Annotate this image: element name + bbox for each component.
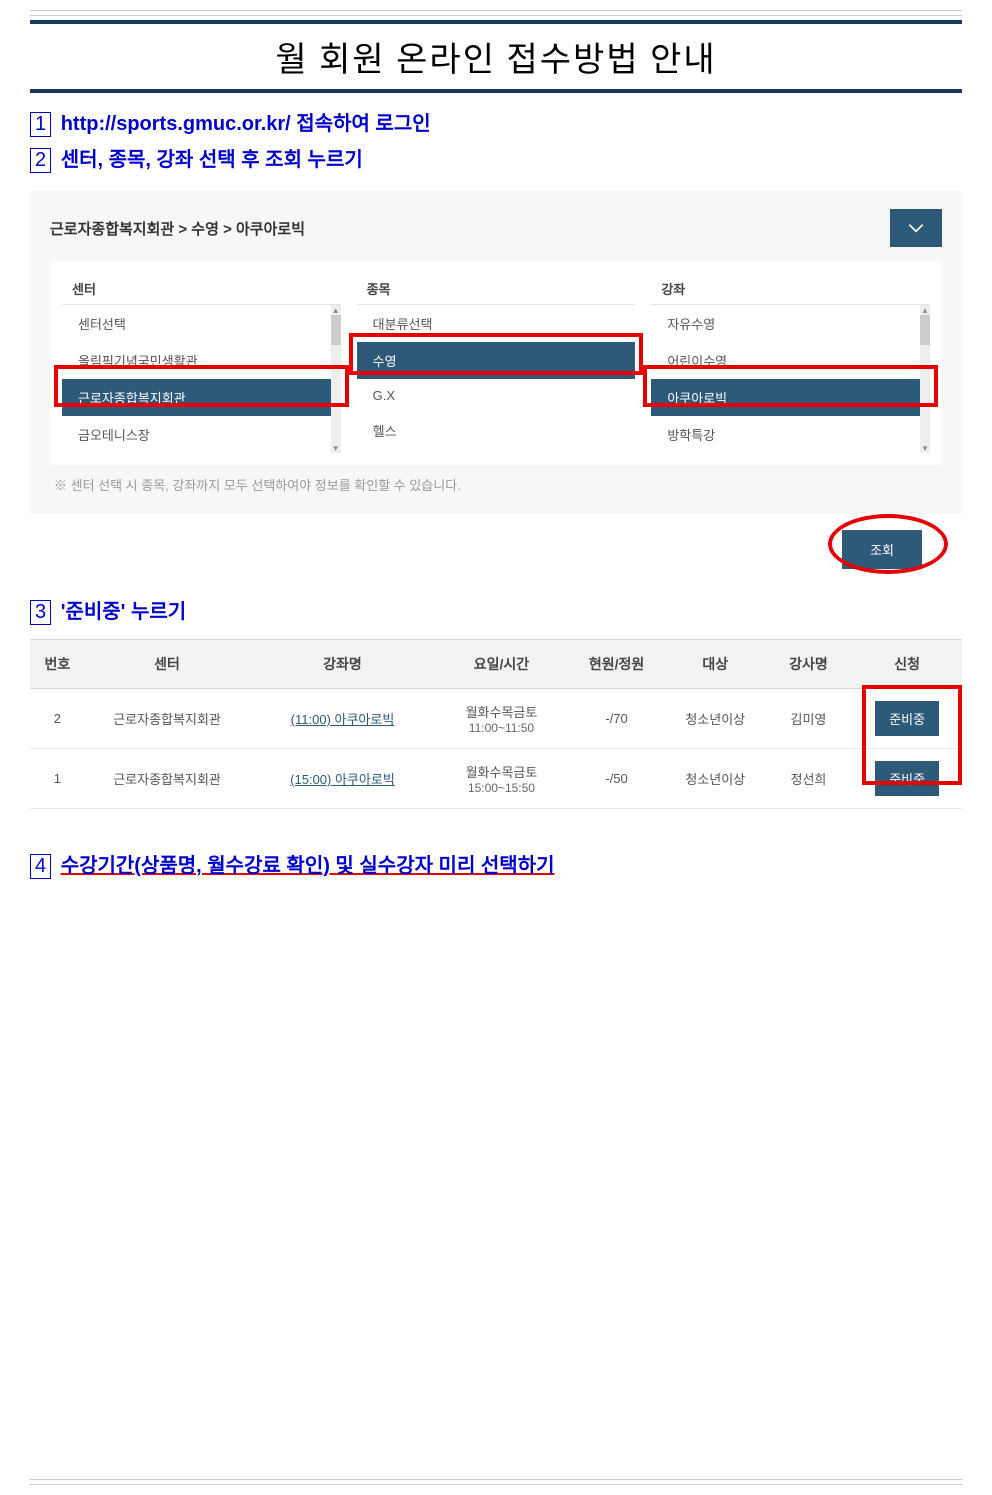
step-4: 4 수강기간(상품명, 월수강료 확인) 및 실수강자 미리 선택하기: [30, 849, 962, 879]
cell-target: 청소년이상: [666, 749, 765, 809]
center-item[interactable]: 올림픽기념국민생활관: [62, 342, 341, 379]
step-3: 3 '준비중' 누르기: [30, 595, 962, 625]
th-center: 센터: [85, 640, 249, 689]
step-2: 2 센터, 종목, 강좌 선택 후 조회 누르기: [30, 143, 962, 173]
course-item[interactable]: 방학특강: [651, 416, 930, 453]
scroll-thumb[interactable]: [920, 315, 930, 345]
step-4-num: 4: [30, 854, 51, 879]
step-4-text: 수강기간(상품명, 월수강료 확인) 및 실수강자 미리 선택하기: [61, 855, 555, 877]
step-1-num: 1: [30, 112, 51, 137]
table-row: 2 근로자종합복지회관 (11:00) 아쿠아로빅 월화수목금토 11:00~1…: [30, 689, 962, 749]
center-item[interactable]: 금오테니스장: [62, 416, 341, 453]
table-row: 1 근로자종합복지회관 (15:00) 아쿠아로빅 월화수목금토 15:00~1…: [30, 749, 962, 809]
cell-target: 청소년이상: [666, 689, 765, 749]
course-column: 강좌 자유수영 어린이수영 아쿠아로빅 방학특강 ▴ ▾: [651, 273, 930, 453]
category-item-selected[interactable]: 수영: [357, 342, 636, 379]
center-column: 센터 센터선택 올림픽기념국민생활관 근로자종합복지회관 금오테니스장 ▴ ▾: [62, 273, 341, 453]
cell-instructor: 정선희: [765, 749, 853, 809]
scroll-down-icon[interactable]: ▾: [331, 443, 341, 453]
center-item-selected[interactable]: 근로자종합복지회관: [62, 379, 341, 416]
course-item[interactable]: 자유수영: [651, 305, 930, 342]
status-button[interactable]: 준비중: [875, 761, 939, 796]
cell-instructor: 김미영: [765, 689, 853, 749]
center-item[interactable]: 센터선택: [62, 305, 341, 342]
step-2-text: 센터, 종목, 강좌 선택 후 조회 누르기: [61, 149, 363, 171]
step-1: 1 http://sports.gmuc.or.kr/ 접속하여 로그인: [30, 107, 962, 137]
chevron-down-icon: [906, 218, 926, 238]
selection-panel: 근로자종합복지회관 > 수영 > 아쿠아로빅 센터 센터선택 올림픽기념국민생활…: [30, 191, 962, 514]
cell-daytime: 월화수목금토 11:00~11:50: [436, 689, 568, 749]
breadcrumb: 근로자종합복지회관 > 수영 > 아쿠아로빅: [50, 218, 305, 239]
step-3-text: '준비중' 누르기: [61, 601, 186, 623]
cell-no: 2: [30, 689, 85, 749]
status-button[interactable]: 준비중: [875, 701, 939, 736]
cell-center: 근로자종합복지회관: [85, 689, 249, 749]
category-header: 종목: [357, 273, 636, 305]
category-column: 종목 대분류선택 수영 G.X 헬스: [357, 273, 636, 453]
cell-capacity: -/50: [567, 749, 666, 809]
title-box: 월 회원 온라인 접수방법 안내: [30, 20, 962, 93]
course-link[interactable]: (15:00) 아쿠아로빅: [290, 772, 395, 787]
th-status: 신청: [852, 640, 962, 689]
th-no: 번호: [30, 640, 85, 689]
cell-daytime: 월화수목금토 15:00~15:50: [436, 749, 568, 809]
category-item[interactable]: 대분류선택: [357, 305, 636, 342]
cell-capacity: -/70: [567, 689, 666, 749]
cell-no: 1: [30, 749, 85, 809]
scroll-up-icon[interactable]: ▴: [331, 305, 341, 315]
th-daytime: 요일/시간: [436, 640, 568, 689]
page-title: 월 회원 온라인 접수방법 안내: [30, 32, 962, 81]
step-2-num: 2: [30, 148, 51, 173]
category-item[interactable]: 헬스: [357, 412, 636, 449]
cell-center: 근로자종합복지회관: [85, 749, 249, 809]
scrollbar[interactable]: ▴ ▾: [920, 305, 930, 453]
category-item[interactable]: G.X: [357, 379, 636, 412]
th-instructor: 강사명: [765, 640, 853, 689]
course-item-selected[interactable]: 아쿠아로빅: [651, 379, 930, 416]
scroll-up-icon[interactable]: ▴: [920, 305, 930, 315]
scrollbar[interactable]: ▴ ▾: [331, 305, 341, 453]
help-note: ※ 센터 선택 시 종목, 강좌까지 모두 선택하여야 정보를 확인할 수 있습…: [50, 465, 942, 504]
search-button[interactable]: 조회: [842, 530, 922, 569]
scroll-thumb[interactable]: [331, 315, 341, 345]
step-3-num: 3: [30, 600, 51, 625]
th-course: 강좌명: [249, 640, 435, 689]
course-link[interactable]: (11:00) 아쿠아로빅: [291, 712, 395, 727]
collapse-button[interactable]: [890, 209, 942, 247]
th-capacity: 현원/정원: [567, 640, 666, 689]
step-1-text: http://sports.gmuc.or.kr/ 접속하여 로그인: [61, 113, 431, 135]
course-header: 강좌: [651, 273, 930, 305]
course-item[interactable]: 어린이수영: [651, 342, 930, 379]
center-header: 센터: [62, 273, 341, 305]
scroll-down-icon[interactable]: ▾: [920, 443, 930, 453]
th-target: 대상: [666, 640, 765, 689]
course-table: 번호 센터 강좌명 요일/시간 현원/정원 대상 강사명 신청 2 근로자종합복…: [30, 639, 962, 809]
